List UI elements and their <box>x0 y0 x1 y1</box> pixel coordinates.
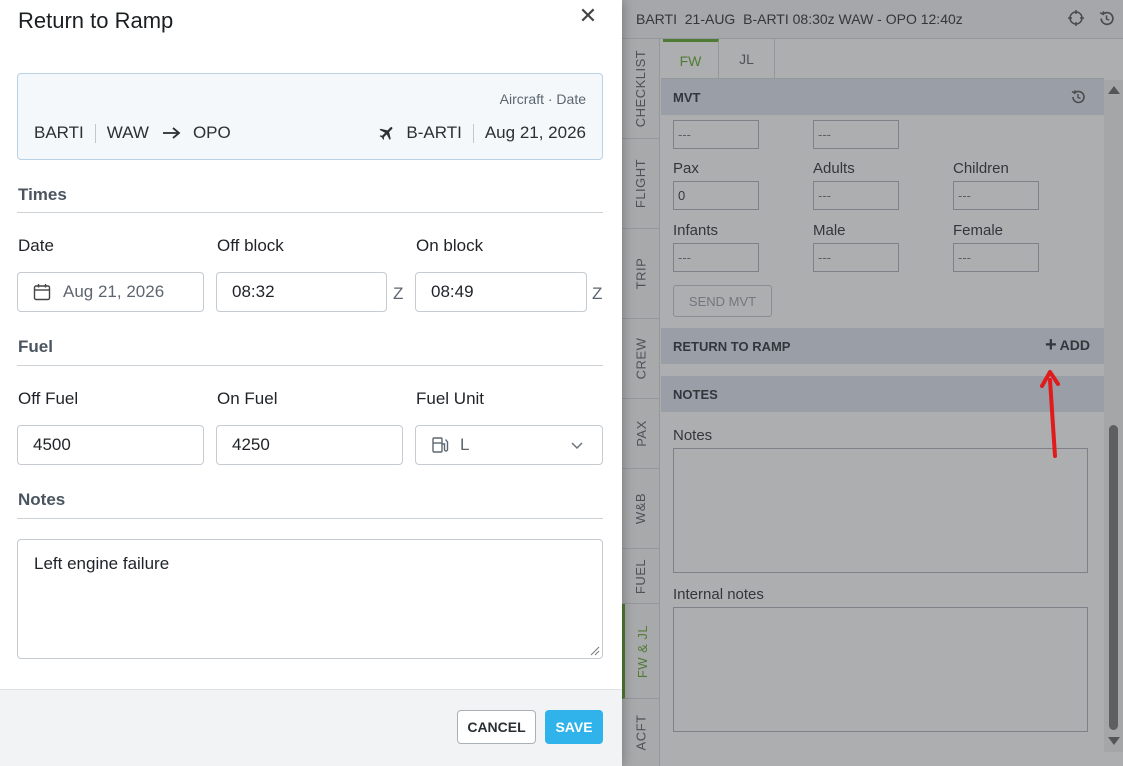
aircraft-registration: B-ARTI <box>406 123 462 142</box>
notes-divider <box>17 518 603 519</box>
date-value: Aug 21, 2026 <box>63 282 165 301</box>
fuel-unit-label: Fuel Unit <box>416 389 485 408</box>
notes-section-title: Notes <box>18 490 66 509</box>
date-picker[interactable]: Aug 21, 2026 <box>17 272 204 312</box>
calendar-icon <box>33 284 51 301</box>
aircraft-date: B-ARTI Aug 21, 2026 <box>378 123 586 143</box>
return-to-ramp-dialog: Return to Ramp ✕ Aircraft · Date BARTI W… <box>0 0 622 766</box>
cancel-button[interactable]: CANCEL <box>457 710 536 744</box>
chevron-down-icon <box>571 442 583 450</box>
off-block-zulu-suffix: Z <box>393 284 404 303</box>
divider <box>472 123 474 143</box>
times-divider <box>17 212 603 213</box>
resize-handle-icon[interactable] <box>590 646 600 656</box>
fuel-unit-value: L <box>460 435 470 454</box>
on-block-input[interactable]: 08:49 <box>415 272 587 312</box>
airplane-icon <box>379 127 393 140</box>
on-block-zulu-suffix: Z <box>592 284 603 303</box>
on-block-label: On block <box>416 236 484 255</box>
on-fuel-label: On Fuel <box>217 389 278 408</box>
route: BARTI WAW OPO <box>34 123 231 143</box>
arrow-right-icon <box>162 127 181 139</box>
fuel-section-title: Fuel <box>18 337 53 356</box>
off-fuel-input[interactable]: 4500 <box>17 425 204 465</box>
fuel-divider <box>17 365 603 366</box>
dialog-title: Return to Ramp <box>18 8 174 33</box>
date-label: Date <box>18 236 54 255</box>
off-block-input[interactable]: 08:32 <box>216 272 387 312</box>
times-section-title: Times <box>18 185 67 204</box>
notes-textarea[interactable]: Left engine failure <box>17 539 603 659</box>
flight-date: Aug 21, 2026 <box>484 123 586 142</box>
destination-airport: OPO <box>192 123 231 142</box>
on-fuel-input[interactable]: 4250 <box>216 425 403 465</box>
flight-info-card: Aircraft · Date BARTI WAW OPO B-ARTI Aug… <box>17 73 603 160</box>
origin-airport: WAW <box>106 123 149 142</box>
save-button[interactable]: SAVE <box>545 710 603 744</box>
fuel-pump-icon <box>432 437 449 453</box>
fuel-unit-select[interactable]: L <box>415 425 603 465</box>
callsign: BARTI <box>34 123 84 142</box>
notes-value: Left engine failure <box>34 554 170 573</box>
annotation-arrow <box>1040 370 1060 458</box>
off-fuel-label: Off Fuel <box>18 389 79 408</box>
divider <box>94 123 96 143</box>
card-meta-label: Aircraft · Date <box>499 91 586 107</box>
close-icon[interactable]: ✕ <box>578 3 598 28</box>
off-block-label: Off block <box>217 236 284 255</box>
